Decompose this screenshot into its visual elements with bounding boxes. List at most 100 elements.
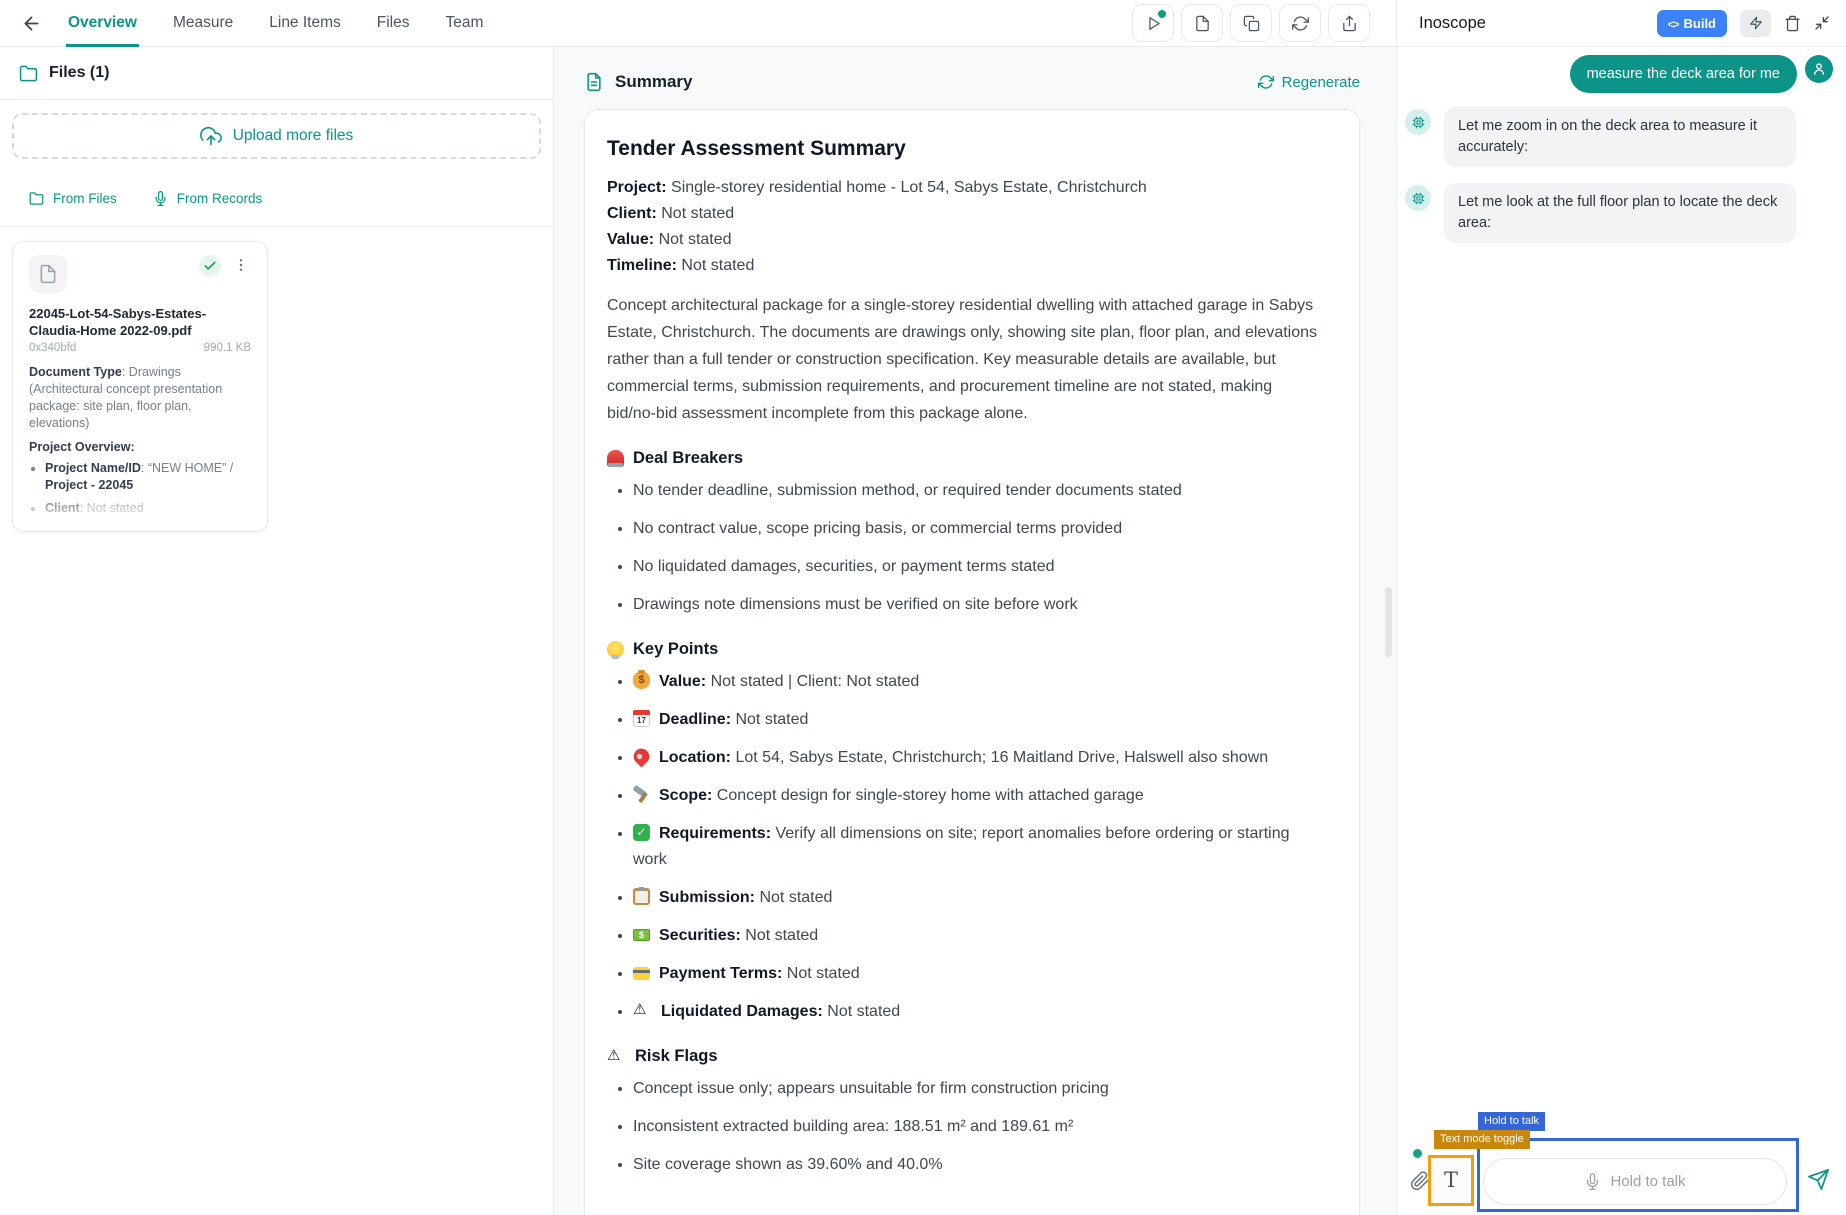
collapse-panel-button[interactable]: [1814, 15, 1830, 31]
zap-button[interactable]: [1740, 10, 1771, 37]
from-records-label: From Records: [177, 191, 263, 206]
tab-overview[interactable]: Overview: [66, 0, 139, 47]
from-files-label: From Files: [53, 191, 117, 206]
risk-flag-item: Concept issue only; appears unsuitable f…: [633, 1076, 1323, 1102]
summary-intro: Concept architectural package for a sing…: [607, 292, 1323, 427]
tab-measure[interactable]: Measure: [171, 0, 235, 47]
from-records-button[interactable]: From Records: [153, 191, 263, 206]
risk-flag-item: Site coverage shown as 39.60% and 40.0%: [633, 1152, 1323, 1178]
key-point-item: Payment Terms: Not stated: [633, 961, 1323, 987]
cloud-upload-icon: [200, 125, 222, 147]
chat-panel: Inoscope Build measure the deck ar: [1396, 0, 1846, 1215]
sync-button[interactable]: [1279, 4, 1321, 42]
attach-file-button[interactable]: [1410, 1171, 1430, 1191]
file-meta-row: 0x340bfd 990.1 KB: [29, 342, 251, 354]
assistant-message-bubble: Let me look at the full floor plan to lo…: [1444, 183, 1796, 243]
summary-header: Summary Regenerate: [584, 72, 1360, 92]
regenerate-button[interactable]: Regenerate: [1258, 74, 1360, 91]
user-message-row: measure the deck area for me: [1405, 55, 1833, 93]
back-button[interactable]: [18, 10, 44, 36]
delete-chat-button[interactable]: [1784, 15, 1801, 32]
new-document-button[interactable]: [1181, 4, 1223, 42]
scrollbar-thumb[interactable]: [1385, 587, 1392, 657]
refresh-icon: [1292, 15, 1309, 32]
top-toolbar: [1132, 4, 1384, 42]
assistant-message-row: Let me zoom in on the deck area to measu…: [1405, 107, 1833, 167]
key-point-item: Submission: Not stated: [633, 885, 1323, 911]
file-card[interactable]: 22045-Lot-54-Sabys-Estates-Claudia-Home …: [12, 241, 268, 532]
connection-status-dot: [1413, 1149, 1422, 1158]
warning-icon: [633, 1002, 652, 1019]
files-panel: Files (1) Upload more files From Files: [0, 47, 554, 1215]
summary-card: Tender Assessment Summary Project: Singl…: [584, 109, 1360, 1215]
user-message-bubble: measure the deck area for me: [1570, 55, 1797, 93]
assistant-avatar: [1405, 185, 1431, 211]
run-status-dot: [1158, 10, 1166, 18]
file-menu-button[interactable]: [231, 255, 251, 275]
user-avatar: [1805, 55, 1833, 83]
deal-breakers-list: No tender deadline, submission method, o…: [616, 478, 1323, 618]
collapse-icon: [1814, 15, 1830, 31]
risk-flag-item: Inconsistent extracted building area: 18…: [633, 1114, 1323, 1140]
file-hash: 0x340bfd: [29, 342, 76, 354]
folder-icon: [19, 64, 38, 83]
deal-breaker-item: No contract value, scope pricing basis, …: [633, 516, 1323, 542]
key-point-item: Requirements: Verify all dimensions on s…: [633, 821, 1323, 873]
key-point-item: Deadline: Not stated: [633, 707, 1323, 733]
meta-timeline: Timeline: Not stated: [607, 253, 1323, 279]
upload-more-files-button[interactable]: Upload more files: [12, 113, 541, 159]
key-points-list: Value: Not stated | Client: Not stated D…: [616, 669, 1323, 1025]
file-doc-type: Document Type: Drawings (Architectural c…: [29, 364, 251, 432]
build-label: Build: [1684, 16, 1717, 31]
file-card-top-row: [29, 255, 251, 293]
tab-files[interactable]: Files: [375, 0, 412, 47]
from-files-button[interactable]: From Files: [29, 191, 117, 206]
top-navigation-bar: Overview Measure Line Items Files Team: [0, 0, 1396, 47]
summary-panel: Summary Regenerate Tender Assessment Sum…: [554, 47, 1396, 1215]
export-button[interactable]: [1328, 4, 1370, 42]
file-detail-item: Project Name/ID: “NEW HOME” / Project - …: [45, 460, 251, 494]
main-tabs: Overview Measure Line Items Files Team: [66, 0, 485, 47]
tab-line-items[interactable]: Line Items: [267, 0, 343, 47]
content-row: Files (1) Upload more files From Files: [0, 47, 1396, 1215]
run-button[interactable]: [1132, 4, 1174, 42]
person-icon: [1811, 61, 1827, 77]
chat-panel-header: Inoscope Build: [1397, 0, 1846, 47]
summary-doc-title: Tender Assessment Summary: [607, 137, 1323, 161]
credit-card-icon: [633, 967, 650, 980]
arrow-left-icon: [21, 13, 42, 34]
dollar-banknote-icon: [633, 929, 650, 941]
round-pushpin-icon: [630, 745, 652, 767]
paperclip-icon: [1410, 1171, 1430, 1191]
copy-icon: [1243, 15, 1260, 32]
lightning-icon: [1749, 16, 1763, 30]
trash-icon: [1784, 15, 1801, 32]
summary-title: Summary: [615, 72, 692, 92]
deal-breaker-item: Drawings note dimensions must be verifie…: [633, 592, 1323, 618]
file-detail-item: Client: Not stated: [45, 500, 251, 517]
annotation-label-hold-to-talk: Hold to talk: [1478, 1112, 1545, 1131]
meta-value: Value: Not stated: [607, 227, 1323, 253]
file-size: 990.1 KB: [204, 342, 251, 354]
hammer-icon: [633, 786, 650, 803]
chip-icon: [1411, 191, 1426, 206]
refresh-icon: [1258, 74, 1274, 90]
tab-team[interactable]: Team: [444, 0, 486, 47]
file-source-row: From Files From Records: [0, 159, 553, 227]
chat-header-actions: Build: [1657, 10, 1830, 37]
folder-icon: [29, 191, 44, 206]
files-panel-title: Files (1): [49, 64, 109, 82]
clipboard-icon: [633, 888, 650, 905]
key-points-heading: Key Points: [607, 640, 1323, 659]
document-text-icon: [584, 72, 604, 92]
build-button[interactable]: Build: [1657, 10, 1727, 37]
duplicate-button[interactable]: [1230, 4, 1272, 42]
key-point-item: Value: Not stated | Client: Not stated: [633, 669, 1323, 695]
send-button[interactable]: [1807, 1168, 1830, 1191]
text-mode-toggle-button[interactable]: T: [1428, 1155, 1474, 1206]
hold-to-talk-button[interactable]: Hold to talk: [1483, 1158, 1787, 1205]
warning-icon: [607, 1048, 626, 1065]
files-panel-header: Files (1): [0, 47, 553, 100]
file-name: 22045-Lot-54-Sabys-Estates-Claudia-Home …: [29, 305, 251, 339]
document-icon: [29, 255, 67, 293]
